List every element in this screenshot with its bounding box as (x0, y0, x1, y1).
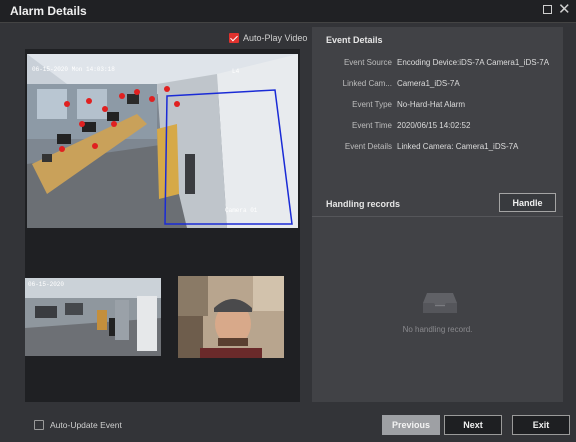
main-video-timestamp: 06-15-2020 Mon 14:03:18 (32, 66, 115, 73)
next-button[interactable]: Next (444, 415, 502, 435)
face-snapshot (178, 276, 284, 358)
office-snapshot (25, 278, 161, 356)
main-video-view[interactable]: 06-15-2020 Mon 14:03:18 L4 Camera 01 (27, 54, 298, 228)
empty-handling-message: No handling record. (402, 325, 473, 334)
maximize-icon[interactable] (543, 5, 552, 14)
main-video-osd-label: L4 (232, 68, 240, 75)
checkbox-unchecked-icon[interactable] (34, 420, 44, 430)
event-time-value: 2020/06/15 14:02:52 (397, 121, 471, 130)
event-type-label: Event Type (352, 100, 392, 109)
checkbox-checked-icon[interactable] (229, 33, 239, 43)
auto-update-label: Auto-Update Event (50, 420, 122, 430)
main-video-camera-label: Camera 01 (225, 207, 258, 214)
snapshot-thumbnail-1[interactable]: 06-15-2020 (25, 278, 161, 356)
event-source-label: Event Source (343, 58, 392, 67)
previous-button[interactable]: Previous (382, 415, 440, 435)
handling-records-title: Handling records (326, 199, 401, 209)
thumb-1-timestamp: 06-15-2020 (28, 281, 65, 288)
divider (312, 216, 563, 217)
event-source-value: Encoding Device:iDS-7A Camera1_iDS-7A (397, 58, 550, 67)
autoplay-checkbox[interactable]: Auto-Play Video (229, 31, 307, 45)
snapshot-thumbnail-2[interactable] (178, 276, 284, 358)
event-time-label: Event Time (351, 121, 392, 130)
close-icon[interactable]: ✕ (558, 1, 571, 19)
empty-tray-icon (423, 293, 457, 313)
linked-camera-label: Linked Cam... (342, 79, 392, 88)
window-title: Alarm Details (10, 4, 87, 18)
office-scene (27, 54, 298, 228)
event-type-value: No-Hard-Hat Alarm (397, 100, 466, 109)
event-details-label: Event Details (344, 142, 392, 151)
event-details-header: Event Details (326, 35, 383, 45)
exit-button[interactable]: Exit (512, 415, 570, 435)
autoplay-label: Auto-Play Video (243, 33, 308, 43)
linked-camera-value: Camera1_iDS-7A (397, 79, 460, 88)
event-details-value: Linked Camera: Camera1_iDS-7A (397, 142, 519, 151)
auto-update-checkbox[interactable]: Auto-Update Event (34, 419, 122, 431)
handle-button[interactable]: Handle (499, 193, 556, 212)
